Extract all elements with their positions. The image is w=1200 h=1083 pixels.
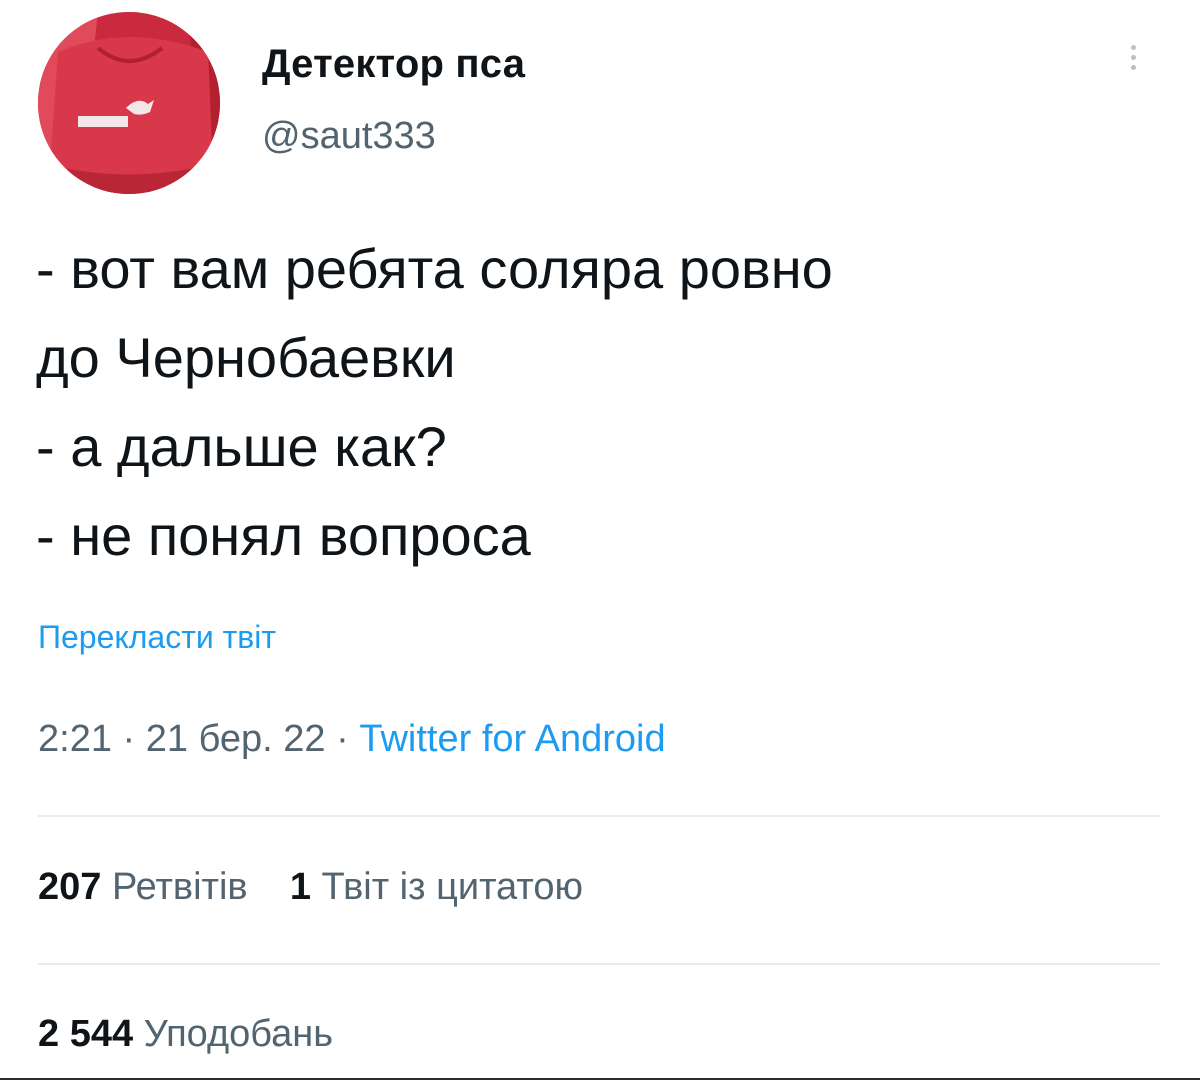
- author-name[interactable]: Детектор пса: [262, 42, 525, 87]
- tweet-line: - не понял вопроса: [36, 504, 531, 567]
- tweet-card: Детектор пса @saut333 - вот вам ребята с…: [0, 0, 1200, 1083]
- engagement-stats-row: 207 Ретвітів 1 Твіт із цитатою: [38, 866, 583, 909]
- translate-tweet-link[interactable]: Перекласти твіт: [38, 619, 276, 656]
- avatar[interactable]: [38, 12, 220, 194]
- retweets-label: Ретвітів: [111, 866, 248, 908]
- tweet-date[interactable]: 21 бер. 22: [146, 718, 326, 760]
- meta-separator: ·: [336, 718, 349, 760]
- retweets-count: 207: [38, 866, 102, 908]
- tweet-text: - вот вам ребята соляра ровно до Черноба…: [36, 224, 1166, 580]
- author-handle[interactable]: @saut333: [262, 115, 436, 158]
- divider: [38, 963, 1160, 965]
- tweet-line: до Чернобаевки: [36, 326, 456, 389]
- likes-label: Уподобань: [143, 1013, 334, 1055]
- retweets-stat[interactable]: 207 Ретвітів: [38, 866, 248, 908]
- quotes-label: Твіт із цитатою: [321, 866, 583, 908]
- likes-stats-row: 2 544 Уподобань: [38, 1013, 333, 1056]
- tweet-source-link[interactable]: Twitter for Android: [359, 718, 665, 760]
- meta-separator: ·: [122, 718, 136, 760]
- bottom-border: [0, 1078, 1200, 1080]
- likes-stat[interactable]: 2 544 Уподобань: [38, 1013, 333, 1055]
- puma-shirt-avatar-image: [38, 12, 220, 194]
- quotes-count: 1: [289, 866, 311, 908]
- divider: [38, 815, 1160, 817]
- tweet-line: - вот вам ребята соляра ровно: [36, 237, 833, 300]
- quotes-stat[interactable]: 1 Твіт із цитатою: [290, 866, 583, 908]
- tweet-meta: 2:21 · 21 бер. 22 · Twitter for Android: [38, 718, 666, 761]
- tweet-line: - а дальше как?: [36, 415, 447, 478]
- likes-count: 2 544: [38, 1013, 134, 1055]
- more-vertical-icon[interactable]: [1118, 40, 1148, 88]
- tweet-time[interactable]: 2:21: [38, 718, 112, 760]
